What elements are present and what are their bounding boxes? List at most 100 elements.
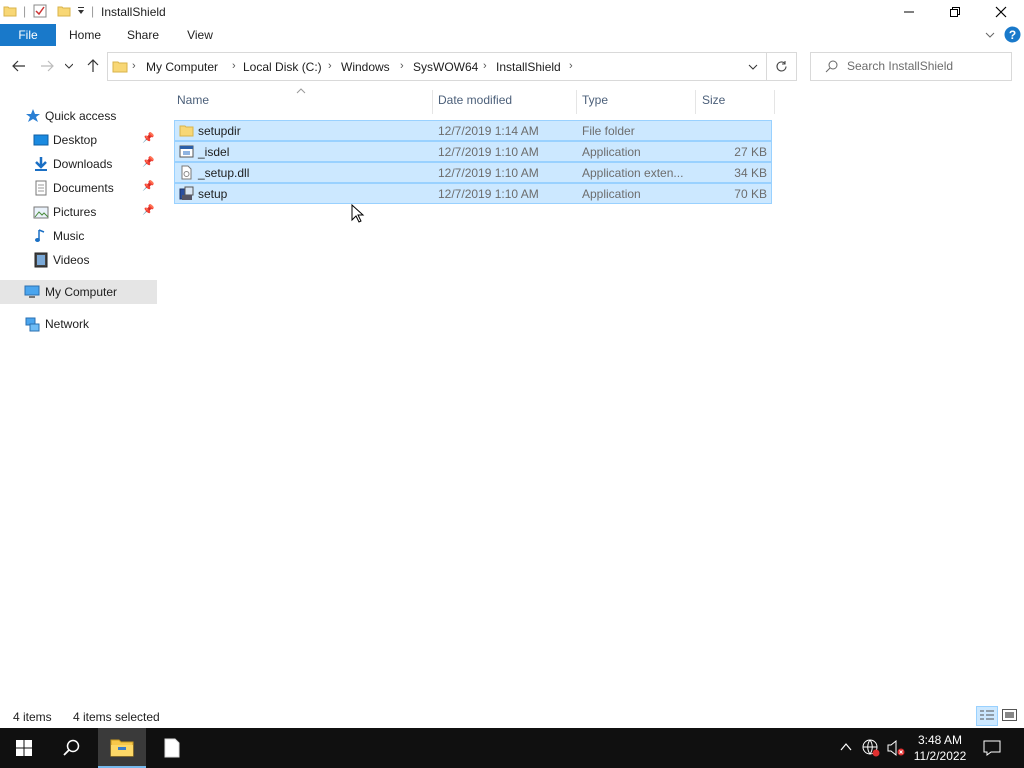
details-view-button[interactable]: [976, 706, 998, 726]
title-bar: | | InstallShield: [0, 0, 1024, 24]
search-input[interactable]: [847, 59, 1007, 73]
application-icon: [179, 145, 194, 158]
pin-icon[interactable]: 📌: [142, 157, 154, 168]
restore-button[interactable]: [932, 0, 978, 24]
breadcrumb-local-disk[interactable]: Local Disk (C:): [243, 60, 322, 74]
status-bar: 4 items 4 items selected: [0, 706, 1024, 728]
search-box[interactable]: [810, 52, 1012, 81]
sidebar-item-label: Videos: [53, 253, 90, 267]
setup-icon: [179, 186, 194, 200]
sidebar-item-videos[interactable]: Videos: [0, 248, 157, 272]
tab-home[interactable]: Home: [56, 24, 114, 46]
help-icon[interactable]: ?: [1004, 26, 1021, 43]
properties-icon[interactable]: [33, 4, 47, 18]
file-explorer-taskbar-button[interactable]: [98, 728, 146, 768]
network-icon: [25, 317, 40, 332]
clock-date: 11/2/2022: [913, 749, 967, 763]
star-icon: [26, 109, 40, 122]
chevron-down-icon[interactable]: [748, 64, 758, 71]
pin-icon[interactable]: 📌: [142, 133, 154, 144]
tab-view[interactable]: View: [172, 24, 228, 46]
column-divider[interactable]: [432, 90, 433, 114]
sidebar-item-quick-access[interactable]: Quick access: [0, 104, 157, 128]
column-header-name[interactable]: Name: [177, 93, 209, 111]
table-row[interactable]: _isdel 12/7/2019 1:10 AM Application 27 …: [174, 141, 772, 162]
refresh-button[interactable]: [767, 52, 797, 81]
sort-ascending-icon: [296, 88, 306, 94]
download-icon: [35, 157, 47, 171]
volume-muted-icon[interactable]: [886, 739, 906, 757]
folder-icon[interactable]: [3, 4, 17, 18]
breadcrumb-arrow-icon[interactable]: ›: [328, 60, 332, 72]
computer-icon: [24, 285, 40, 298]
system-clock[interactable]: 3:48 AM 11/2/2022: [910, 732, 970, 764]
sidebar-item-pictures[interactable]: Pictures 📌: [0, 200, 157, 224]
column-header-size[interactable]: Size: [702, 93, 725, 111]
search-icon: [825, 60, 838, 73]
sidebar-item-desktop[interactable]: Desktop 📌: [0, 128, 157, 152]
notepad-taskbar-button[interactable]: [148, 728, 196, 768]
table-row[interactable]: setupdir 12/7/2019 1:14 AM File folder: [174, 120, 772, 141]
breadcrumb-installshield[interactable]: InstallShield: [496, 60, 561, 74]
sidebar-item-downloads[interactable]: Downloads 📌: [0, 152, 157, 176]
sidebar-item-label: Music: [53, 229, 85, 243]
breadcrumb-arrow-icon[interactable]: ›: [400, 60, 404, 72]
file-size: 27 KB: [734, 145, 767, 159]
windows-logo-icon: [16, 740, 32, 756]
pictures-icon: [33, 206, 49, 219]
expand-ribbon-icon[interactable]: [985, 30, 995, 40]
recent-locations-button[interactable]: [62, 56, 76, 76]
minimize-button[interactable]: [886, 0, 932, 24]
forward-button[interactable]: [37, 56, 57, 76]
music-icon: [35, 229, 45, 242]
pin-icon[interactable]: 📌: [142, 205, 154, 216]
minimize-icon: [904, 11, 914, 13]
table-row[interactable]: _setup.dll 12/7/2019 1:10 AM Application…: [174, 162, 772, 183]
address-bar[interactable]: › My Computer › Local Disk (C:) › Window…: [107, 52, 767, 81]
search-icon: [63, 739, 80, 756]
sidebar-item-documents[interactable]: Documents 📌: [0, 176, 157, 200]
sidebar-item-my-computer[interactable]: My Computer: [0, 280, 157, 304]
close-button[interactable]: [978, 0, 1024, 24]
tab-file[interactable]: File: [0, 24, 56, 46]
column-divider[interactable]: [695, 90, 696, 114]
up-button[interactable]: [83, 56, 103, 76]
restore-icon: [950, 7, 960, 17]
tab-share[interactable]: Share: [114, 24, 172, 46]
breadcrumb-my-computer[interactable]: My Computer: [146, 60, 218, 74]
column-header-date[interactable]: Date modified: [438, 93, 512, 111]
new-folder-icon[interactable]: [57, 4, 71, 18]
customize-dropdown-icon[interactable]: [76, 6, 86, 16]
start-button[interactable]: [0, 728, 48, 768]
column-header-type[interactable]: Type: [582, 93, 608, 111]
breadcrumb-syswow64[interactable]: SysWOW64: [413, 60, 478, 74]
sidebar-item-network[interactable]: Network: [0, 312, 157, 336]
sidebar-item-music[interactable]: Music: [0, 224, 157, 248]
table-row[interactable]: setup 12/7/2019 1:10 AM Application 70 K…: [174, 183, 772, 204]
chevron-up-icon[interactable]: [840, 742, 852, 752]
dll-file-icon: [181, 165, 192, 180]
notifications-button[interactable]: [972, 728, 1012, 768]
sidebar-item-label: Documents: [53, 181, 114, 195]
search-taskbar-button[interactable]: [48, 728, 96, 768]
pin-icon[interactable]: 📌: [142, 181, 154, 192]
selection-count: 4 items selected: [73, 710, 160, 724]
sidebar-item-label: Pictures: [53, 205, 97, 219]
breadcrumb-arrow-icon[interactable]: ›: [132, 60, 136, 72]
breadcrumb-arrow-icon[interactable]: ›: [483, 60, 487, 72]
column-divider[interactable]: [576, 90, 577, 114]
column-divider[interactable]: [774, 90, 775, 114]
sidebar-item-label: Downloads: [53, 157, 113, 171]
navigation-bar: › My Computer › Local Disk (C:) › Window…: [0, 46, 1024, 86]
toolbar-separator: |: [91, 4, 95, 18]
file-date: 12/7/2019 1:10 AM: [438, 166, 539, 180]
large-icons-view-button[interactable]: [1000, 706, 1020, 726]
file-date: 12/7/2019 1:10 AM: [438, 187, 539, 201]
file-date: 12/7/2019 1:14 AM: [438, 124, 539, 138]
back-button[interactable]: [9, 56, 29, 76]
breadcrumb-windows[interactable]: Windows: [341, 60, 390, 74]
network-status-icon[interactable]: [862, 739, 880, 757]
navigation-pane: Quick access Desktop 📌 Downloads 📌 Docum…: [0, 88, 157, 698]
breadcrumb-arrow-icon[interactable]: ›: [232, 60, 236, 72]
breadcrumb-arrow-icon[interactable]: ›: [569, 60, 573, 72]
